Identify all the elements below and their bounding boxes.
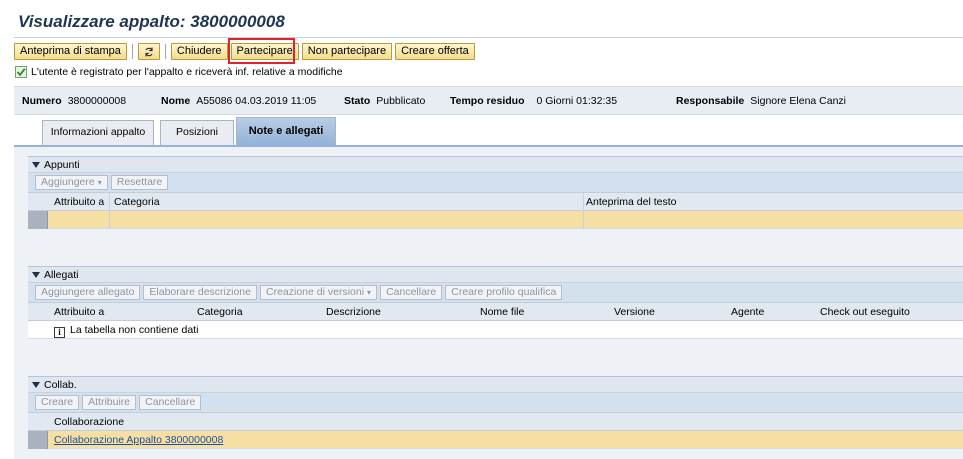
empty-table-row: i La tabella non contiene dati (28, 321, 963, 339)
allegati-header[interactable]: Allegati (28, 266, 963, 283)
collapse-triangle-icon[interactable] (32, 381, 40, 388)
field-tempo-label: Tempo residuo (450, 95, 525, 107)
create-versions-button[interactable]: Creazione di versioni ▾ (259, 285, 378, 300)
col-collaborazione[interactable]: Collaborazione (54, 416, 124, 428)
col-attribuito-a[interactable]: Attribuito a (54, 196, 104, 208)
collab-toolbar: Creare Attribuire Cancellare (28, 393, 963, 413)
header-info-bar: Numero 3800000008 Nome A55086 04.03.2019 1… (14, 86, 963, 115)
allegati-title: Allegati (44, 268, 79, 281)
col-categoria[interactable]: Categoria (197, 306, 243, 318)
col-versione[interactable]: Versione (614, 306, 655, 318)
table-row[interactable] (28, 211, 963, 229)
empty-table-message: i La tabella non contiene dati (54, 324, 198, 338)
add-attachment-label: Aggiungere allegato (41, 286, 135, 298)
collapse-triangle-icon[interactable] (32, 271, 40, 278)
tab-informazioni-appalto[interactable]: Informazioni appalto (42, 120, 154, 145)
create-profile-button[interactable]: Creare profilo qualifica (445, 285, 563, 300)
col-attribuito-a[interactable]: Attribuito a (54, 306, 104, 318)
collab-title: Collab. (44, 378, 77, 391)
not-participate-button[interactable]: Non partecipare (301, 43, 393, 60)
field-resp-label: Responsabile (676, 95, 745, 107)
tab-note-e-allegati[interactable]: Note e allegati (236, 117, 336, 145)
refresh-icon (145, 47, 153, 56)
column-divider (109, 211, 110, 229)
collab-assign-button[interactable]: Attribuire (82, 395, 137, 410)
appunti-header[interactable]: Appunti (28, 156, 963, 173)
field-nome-label: Nome (161, 95, 191, 107)
collaboration-link[interactable]: Collaborazione Appalto 3800000008 (54, 434, 223, 446)
col-categoria[interactable]: Categoria (114, 196, 160, 208)
appunti-title: Appunti (44, 158, 80, 171)
appunti-reset-button[interactable]: Resettare (110, 175, 169, 190)
collab-create-button[interactable]: Creare (35, 395, 80, 410)
tab-content-area: Appunti Aggiungere ▾ Resettare Attribuit… (14, 147, 963, 459)
appunti-add-button[interactable]: Aggiungere ▾ (35, 175, 108, 190)
column-divider (583, 193, 584, 211)
field-tempo-residuo: Tempo residuo 0 Giorni 01:32:35 (450, 95, 617, 107)
column-divider (109, 193, 110, 211)
col-nome-file[interactable]: Nome file (480, 306, 524, 318)
tab-posizioni[interactable]: Posizioni (160, 120, 234, 145)
allegati-column-header: Attribuito a Categoria Descrizione Nome … (28, 303, 963, 321)
collab-section: Collab. Creare Attribuire Cancellare Col… (28, 376, 963, 449)
tab-strip: Informazioni appalto Posizioni Note e al… (14, 117, 963, 148)
page-title: Visualizzare appalto: 3800000008 (18, 12, 285, 31)
status-message-text: L'utente è registrato per l'appalto e ri… (31, 66, 343, 78)
field-responsabile: Responsabile Signore Elena Canzi (676, 95, 846, 107)
collab-column-header: Collaborazione (28, 413, 963, 431)
field-nome-value: A55086 04.03.2019 11:05 (196, 95, 317, 107)
field-numero-value: 3800000008 (67, 95, 127, 107)
empty-table-text: La tabella non contiene dati (70, 324, 199, 336)
field-nome: Nome A55086 04.03.2019 11:05 (161, 95, 316, 107)
dropdown-arrow-icon: ▾ (97, 178, 102, 187)
appunti-add-label: Aggiungere (41, 176, 95, 188)
add-attachment-button[interactable]: Aggiungere allegato (35, 285, 141, 300)
toolbar-separator (164, 44, 166, 59)
col-check-out[interactable]: Check out eseguito (820, 306, 910, 318)
field-tempo-value: 0 Giorni 01:32:35 (536, 95, 618, 107)
field-stato-value: Pubblicato (376, 95, 426, 107)
collab-header[interactable]: Collab. (28, 376, 963, 393)
field-numero: Numero 3800000008 (22, 95, 126, 107)
allegati-toolbar: Aggiungere allegato Elaborare descrizion… (28, 283, 963, 303)
row-selector[interactable] (28, 211, 48, 229)
column-divider (583, 211, 584, 229)
edit-description-button[interactable]: Elaborare descrizione (143, 285, 257, 300)
field-stato: Stato Pubblicato (344, 95, 425, 107)
col-descrizione[interactable]: Descrizione (326, 306, 381, 318)
allegati-section: Allegati Aggiungere allegato Elaborare d… (28, 266, 963, 339)
create-offer-button[interactable]: Creare offerta (395, 43, 475, 60)
toolbar-separator (131, 44, 133, 59)
refresh-button[interactable] (137, 43, 160, 60)
dropdown-arrow-icon: ▾ (367, 288, 372, 297)
appunti-section: Appunti Aggiungere ▾ Resettare Attribuit… (28, 156, 963, 229)
print-preview-button[interactable]: Anteprima di stampa (14, 43, 127, 60)
table-row[interactable]: Collaborazione Appalto 3800000008 (28, 431, 963, 449)
title-divider (14, 37, 963, 38)
appunti-toolbar: Aggiungere ▾ Resettare (28, 173, 963, 193)
status-message: L'utente è registrato per l'appalto e ri… (15, 66, 343, 78)
info-icon: i (54, 327, 65, 338)
field-numero-label: Numero (22, 95, 62, 107)
collapse-triangle-icon[interactable] (32, 161, 40, 168)
row-selector[interactable] (28, 431, 48, 449)
collab-delete-button[interactable]: Cancellare (139, 395, 202, 410)
col-anteprima-testo[interactable]: Anteprima del testo (586, 196, 676, 208)
col-agente[interactable]: Agente (731, 306, 764, 318)
check-icon (15, 66, 27, 78)
close-button[interactable]: Chiudere (170, 43, 228, 60)
delete-attachment-button[interactable]: Cancellare (380, 285, 443, 300)
participate-highlight-box (228, 38, 295, 64)
create-versions-label: Creazione di versioni (265, 286, 365, 298)
appunti-column-header: Attribuito a Categoria Anteprima del tes… (28, 193, 963, 211)
field-stato-label: Stato (344, 95, 371, 107)
field-resp-value: Signore Elena Canzi (750, 95, 847, 107)
